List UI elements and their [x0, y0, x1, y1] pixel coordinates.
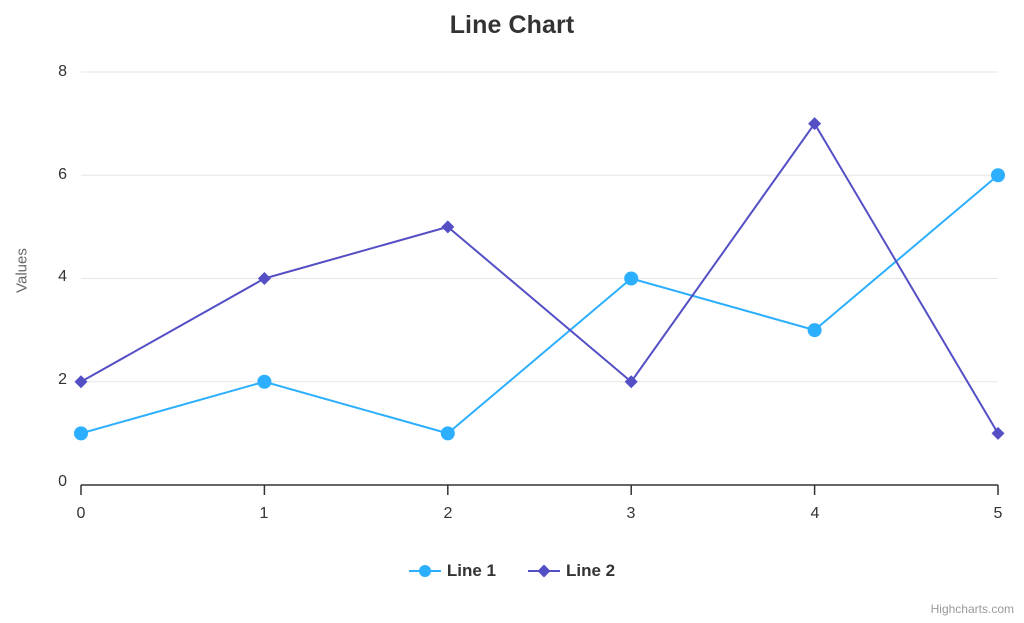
credits-label[interactable]: Highcharts.com [931, 602, 1014, 616]
data-point-2-5[interactable] [991, 426, 1005, 440]
data-point-2-1[interactable] [257, 272, 271, 285]
data-point-1-3[interactable] [624, 271, 639, 286]
data-point-1-2[interactable] [440, 426, 455, 441]
data-point-1-4[interactable] [807, 323, 822, 338]
data-point-2-4[interactable] [808, 117, 822, 131]
plot-area [74, 71, 1005, 495]
x-axis-tick-marks [80, 485, 999, 495]
gridlines [81, 71, 998, 383]
legend-label-line-1: Line 1 [446, 561, 496, 580]
legend-item-line-1[interactable]: Line 1 [408, 561, 496, 581]
legend-marker-circle-icon [408, 565, 441, 577]
legend-label-line-2: Line 2 [566, 561, 616, 580]
data-point-1-5[interactable] [991, 168, 1005, 183]
legend-marker-diamond-icon [528, 564, 560, 578]
data-point-2-0[interactable] [74, 375, 88, 389]
line-chart-container: Line Chart Values 8 6 4 2 0 0 1 2 3 4 5 … [0, 0, 1024, 623]
data-point-1-0[interactable] [74, 426, 88, 441]
chart-legend: Line 1 Line 2 [0, 561, 1024, 581]
data-point-1-1[interactable] [257, 374, 272, 389]
legend-item-line-2[interactable]: Line 2 [528, 561, 615, 581]
